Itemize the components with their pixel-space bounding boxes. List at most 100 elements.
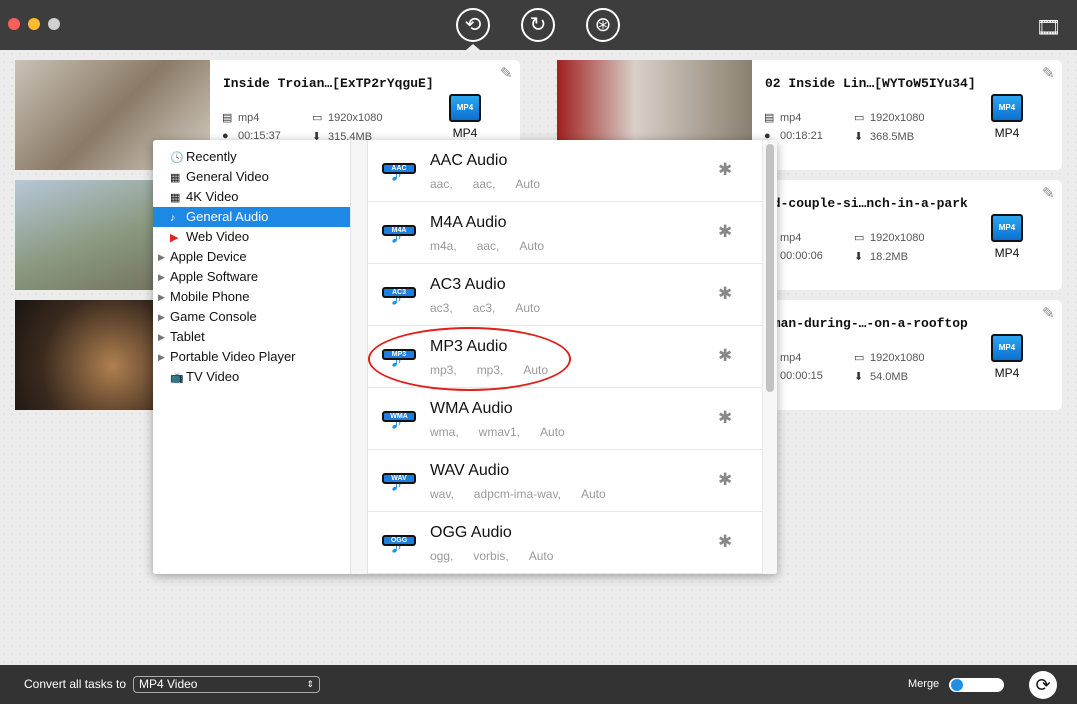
edit-pencil-icon[interactable]: ✎ xyxy=(500,64,513,82)
task-title: ld-couple-si…nch-in-a-park xyxy=(765,196,968,211)
bottom-bar: Convert all tasks to MP4 Video ⇕ Merge ⟳ xyxy=(0,665,1077,704)
format-row-ogg[interactable]: ♪OGG OGG Audio ogg,vorbis,Auto ✱ xyxy=(368,512,762,574)
download-icon: ⬇ xyxy=(854,251,864,263)
gear-icon[interactable]: ✱ xyxy=(718,532,732,552)
audio-format-icon: ♪AC3 xyxy=(382,281,416,311)
monitor-icon: ▭ xyxy=(854,232,865,244)
format-name: M4A Audio xyxy=(430,214,507,231)
category-label: General Video xyxy=(186,169,269,184)
format-details: wma, wmav1, Auto xyxy=(430,425,565,439)
resolution-info: ▭ 1920x1080 xyxy=(854,112,925,124)
convert-all-label: Convert all tasks to xyxy=(24,677,127,691)
pane-divider[interactable] xyxy=(350,140,368,574)
gear-icon[interactable]: ✱ xyxy=(718,284,732,304)
title-bar: ⟲ ↻ ⊛ 🎞 xyxy=(0,0,1077,50)
disclosure-triangle-icon[interactable]: ▶ xyxy=(158,327,165,347)
category-game-console[interactable]: ▶ Game Console xyxy=(153,307,350,327)
gear-icon[interactable]: ✱ xyxy=(718,346,732,366)
format-row-wav[interactable]: ♪WAV WAV Audio wav,adpcm-ima-wav,Auto ✱ xyxy=(368,450,762,512)
category-label: Web Video xyxy=(186,229,250,244)
task-title: 02 Inside Lin…[WYToW5IYu34] xyxy=(765,76,976,91)
format-name: WAV Audio xyxy=(430,462,510,479)
format-row-wma[interactable]: ♪WMA WMA Audio wma,wmav1,Auto ✱ xyxy=(368,388,762,450)
gear-icon[interactable]: ✱ xyxy=(718,222,732,242)
clock-icon: 🕓 xyxy=(170,152,184,164)
disclosure-triangle-icon[interactable]: ▶ xyxy=(158,287,165,307)
format-details: m4a, aac, Auto xyxy=(430,239,545,253)
format-row-ac3[interactable]: ♪AC3 AC3 Audio ac3,ac3,Auto ✱ xyxy=(368,264,762,326)
rotate-convert-icon[interactable]: ↻ xyxy=(521,8,555,42)
format-row-m4a[interactable]: ♪M4A M4A Audio m4a,aac,Auto ✱ xyxy=(368,202,762,264)
edit-pencil-icon[interactable]: ✎ xyxy=(1042,304,1055,322)
monitor-icon: ▭ xyxy=(854,112,865,124)
resolution-info: ▭ 1920x1080 xyxy=(854,352,925,364)
film-icon: ▦ xyxy=(170,172,181,184)
edit-pencil-icon[interactable]: ✎ xyxy=(1042,184,1055,202)
resolution-info: ▭ 1920x1080 xyxy=(312,112,383,124)
film-icon: ▤ xyxy=(764,112,775,124)
category-label: Apple Device xyxy=(170,249,247,264)
category-tv-video[interactable]: 📺 TV Video xyxy=(153,367,350,387)
scrollbar-thumb[interactable] xyxy=(766,144,774,392)
task-title: oman-during-…-on-a-rooftop xyxy=(765,316,968,331)
category-label: TV Video xyxy=(186,369,240,384)
category-4k-video[interactable]: ▦ 4K Video xyxy=(153,187,350,207)
category-label: Game Console xyxy=(170,309,257,324)
size-info: ⬇ 54.0MB xyxy=(854,371,908,383)
edit-pencil-icon[interactable]: ✎ xyxy=(1042,64,1055,82)
category-apple-device[interactable]: ▶ Apple Device xyxy=(153,247,350,267)
disclosure-triangle-icon[interactable]: ▶ xyxy=(158,247,165,267)
disclosure-triangle-icon[interactable]: ▶ xyxy=(158,267,165,287)
format-name: AC3 Audio xyxy=(430,276,506,293)
monitor-icon: ▭ xyxy=(854,352,865,364)
download-icon: ⬇ xyxy=(854,131,864,143)
highlight-ellipse-annotation xyxy=(368,327,571,391)
mp4-format-icon: MP4 xyxy=(991,334,1023,362)
close-window-button[interactable] xyxy=(8,18,20,30)
merge-toggle[interactable] xyxy=(949,678,1004,692)
size-info: ⬇ 368.5MB xyxy=(854,131,915,143)
convert-icon[interactable]: ⟲ xyxy=(456,8,490,42)
category-label: Recently xyxy=(186,149,237,164)
music-note-icon: ♪ xyxy=(170,212,176,224)
convert-all-select[interactable]: MP4 Video ⇕ xyxy=(133,676,320,693)
mp4-format-icon: MP4 xyxy=(991,94,1023,122)
format-details: ac3, ac3, Auto xyxy=(430,301,541,315)
output-format-button[interactable]: MP4 MP4 xyxy=(987,334,1027,380)
audio-format-icon: ♪M4A xyxy=(382,219,416,249)
output-format-button[interactable]: MP4 MP4 xyxy=(445,94,485,140)
disclosure-triangle-icon[interactable]: ▶ xyxy=(158,307,165,327)
category-mobile-phone[interactable]: ▶ Mobile Phone xyxy=(153,287,350,307)
format-row-aac[interactable]: ♪AAC AAC Audio aac,aac,Auto ✱ xyxy=(368,140,762,202)
format-name: WMA Audio xyxy=(430,400,513,417)
category-web-video[interactable]: ▶ Web Video xyxy=(153,227,350,247)
category-apple-software[interactable]: ▶ Apple Software xyxy=(153,267,350,287)
download-icon: ⬇ xyxy=(854,371,864,383)
format-details: wav, adpcm-ima-wav, Auto xyxy=(430,487,606,501)
gear-icon[interactable]: ✱ xyxy=(718,160,732,180)
category-portable-video-player[interactable]: ▶ Portable Video Player xyxy=(153,347,350,367)
toggle-knob xyxy=(951,679,963,691)
disclosure-triangle-icon[interactable]: ▶ xyxy=(158,347,165,367)
video-download-icon[interactable]: ⊛ xyxy=(586,8,620,42)
resolution-info: ▭ 1920x1080 xyxy=(854,232,925,244)
category-general-video[interactable]: ▦ General Video xyxy=(153,167,350,187)
container-info: ▤mp4 xyxy=(222,112,260,124)
gear-icon[interactable]: ✱ xyxy=(718,408,732,428)
audio-format-icon: ♪WAV xyxy=(382,467,416,497)
format-details: aac, aac, Auto xyxy=(430,177,541,191)
category-tablet[interactable]: ▶ Tablet xyxy=(153,327,350,347)
merge-label: Merge xyxy=(908,678,940,690)
zoom-window-button[interactable] xyxy=(48,18,60,30)
gear-icon[interactable]: ✱ xyxy=(718,470,732,490)
mp4-format-icon: MP4 xyxy=(449,94,481,122)
output-format-button[interactable]: MP4 MP4 xyxy=(987,214,1027,260)
category-recently[interactable]: 🕓 Recently xyxy=(153,147,350,167)
monitor-icon: ▭ xyxy=(312,112,323,124)
output-format-button[interactable]: MP4 MP4 xyxy=(987,94,1027,140)
category-general-audio[interactable]: ♪ General Audio xyxy=(153,207,350,227)
convert-start-button[interactable]: ⟳ xyxy=(1029,671,1057,699)
media-library-icon[interactable]: 🎞 xyxy=(1036,15,1061,40)
minimize-window-button[interactable] xyxy=(28,18,40,30)
format-list-scrollbar[interactable] xyxy=(762,140,777,574)
